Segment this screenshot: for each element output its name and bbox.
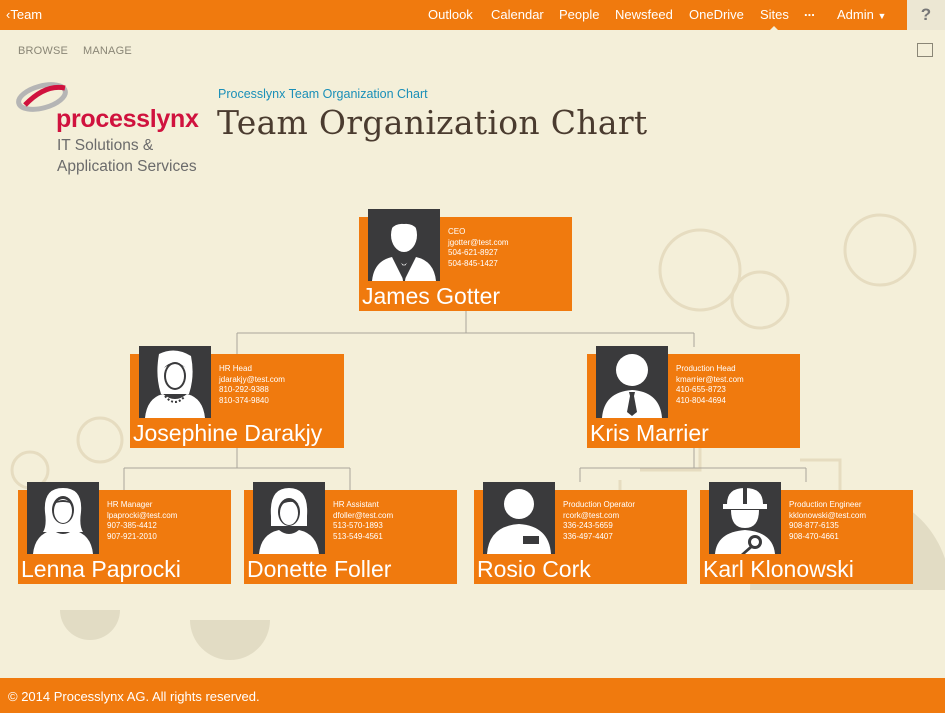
org-card-hr-manager[interactable]: HR Manager lpaprocki@test.com 907-385-44… — [18, 482, 231, 584]
person-email[interactable]: dfoller@test.com — [333, 511, 393, 522]
operator-icon — [483, 482, 555, 554]
help-button[interactable]: ? — [907, 0, 945, 30]
person-phone-alt: 410-804-4694 — [676, 395, 726, 405]
nav-outlook[interactable]: Outlook — [428, 7, 473, 22]
org-card-production-engineer[interactable]: Production Engineer kklonowski@test.com … — [700, 482, 913, 584]
person-phone-alt: 907-921-2010 — [107, 531, 157, 541]
breadcrumb[interactable]: Processlynx Team Organization Chart — [218, 87, 428, 101]
female-necklace-icon — [139, 346, 211, 418]
person-email[interactable]: lpaprocki@test.com — [107, 511, 177, 522]
nav-more-icon[interactable]: ... — [804, 4, 815, 19]
engineer-helmet-icon — [709, 482, 781, 554]
org-card-production-head[interactable]: Production Head kmarrier@test.com 410-65… — [587, 346, 800, 448]
nav-admin[interactable]: Admin ▼ — [837, 7, 886, 22]
person-email[interactable]: jdarakjy@test.com — [219, 375, 285, 386]
org-card-hr-assistant[interactable]: HR Assistant dfoller@test.com 513-570-18… — [244, 482, 457, 584]
help-icon: ? — [920, 5, 932, 24]
tab-manage[interactable]: MANAGE — [83, 45, 132, 57]
person-details: HR Manager lpaprocki@test.com 907-385-44… — [107, 500, 177, 542]
nav-sites[interactable]: Sites — [760, 7, 789, 31]
person-email[interactable]: kmarrier@test.com — [676, 375, 744, 386]
person-phone: 908-877-6135 — [789, 521, 839, 531]
female-bob-icon — [253, 482, 325, 554]
person-phone: 336-243-5659 — [563, 521, 613, 531]
person-phone-alt: 810-374-9840 — [219, 395, 269, 405]
person-details: Production Engineer kklonowski@test.com … — [789, 500, 866, 542]
person-details: Production Head kmarrier@test.com 410-65… — [676, 364, 744, 406]
person-email[interactable]: rcork@test.com — [563, 511, 635, 522]
copyright-text: © 2014 Processlynx AG. All rights reserv… — [8, 689, 260, 704]
person-phone-alt: 908-470-4661 — [789, 531, 839, 541]
person-phone: 410-655-8723 — [676, 385, 726, 395]
nav-newsfeed[interactable]: Newsfeed — [615, 7, 673, 22]
chevron-down-icon: ▼ — [877, 11, 887, 21]
person-role: Production Head — [676, 364, 736, 373]
focus-content-icon[interactable] — [917, 43, 933, 57]
person-details: HR Head jdarakjy@test.com 810-292-9388 8… — [219, 364, 285, 406]
person-email[interactable]: kklonowski@test.com — [789, 511, 866, 522]
person-phone: 513-570-1893 — [333, 521, 383, 531]
person-phone-alt: 504-845-1427 — [448, 258, 498, 268]
page-footer: © 2014 Processlynx AG. All rights reserv… — [0, 678, 945, 713]
male-suit-icon — [368, 209, 440, 281]
person-name: Karl Klonowski — [703, 556, 854, 582]
tab-browse[interactable]: BROWSE — [18, 45, 68, 57]
person-role: HR Manager — [107, 500, 153, 509]
person-phone-alt: 336-497-4407 — [563, 531, 613, 541]
person-email[interactable]: jgotter@test.com — [448, 238, 509, 249]
person-phone: 810-292-9388 — [219, 385, 269, 395]
female-icon — [27, 482, 99, 554]
person-name: Kris Marrier — [590, 420, 709, 446]
logo-tagline-2: Application Services — [57, 158, 197, 175]
logo-name: processlynx — [56, 105, 199, 133]
male-tie-icon — [596, 346, 668, 418]
person-details: CEO jgotter@test.com 504-621-8927 504-84… — [448, 227, 509, 269]
person-name: Donette Foller — [247, 556, 392, 582]
nav-onedrive[interactable]: OneDrive — [689, 7, 744, 22]
person-phone: 907-385-4412 — [107, 521, 157, 531]
person-phone: 504-621-8927 — [448, 248, 498, 258]
person-name: Lenna Paprocki — [21, 556, 181, 582]
person-name: Rosio Cork — [477, 556, 591, 582]
org-card-ceo[interactable]: CEO jgotter@test.com 504-621-8927 504-84… — [359, 209, 572, 311]
person-role: Production Engineer — [789, 500, 862, 509]
person-phone-alt: 513-549-4561 — [333, 531, 383, 541]
person-details: HR Assistant dfoller@test.com 513-570-18… — [333, 500, 393, 542]
ribbon-tabs: BROWSE MANAGE — [0, 30, 945, 68]
person-role: HR Head — [219, 364, 252, 373]
person-name: Josephine Darakjy — [133, 420, 323, 446]
person-details: Production Operator rcork@test.com 336-2… — [563, 500, 635, 542]
person-name: James Gotter — [362, 283, 501, 309]
org-card-hr-head[interactable]: HR Head jdarakjy@test.com 810-292-9388 8… — [130, 346, 344, 448]
person-role: CEO — [448, 227, 466, 236]
back-link[interactable]: ‹Team — [6, 7, 42, 22]
suite-bar: ‹Team Outlook Calendar People Newsfeed O… — [0, 0, 907, 31]
logo-tagline-1: IT Solutions & — [57, 137, 154, 154]
org-card-production-operator[interactable]: Production Operator rcork@test.com 336-2… — [474, 482, 687, 584]
nav-people[interactable]: People — [559, 7, 599, 22]
nav-calendar[interactable]: Calendar — [491, 7, 544, 22]
person-role: HR Assistant — [333, 500, 379, 509]
page-title: Team Organization Chart — [217, 103, 648, 142]
person-role: Production Operator — [563, 500, 636, 509]
